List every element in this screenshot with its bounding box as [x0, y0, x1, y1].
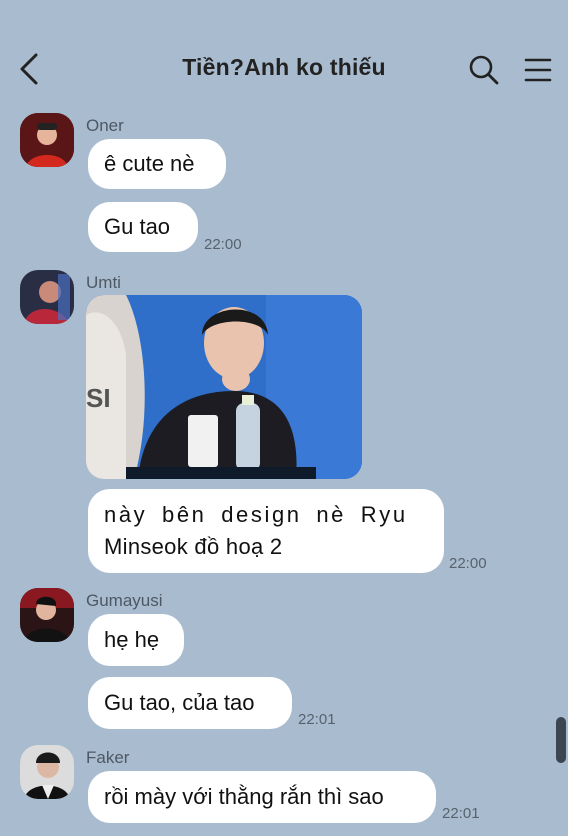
sender-name: Gumayusi	[86, 591, 163, 610]
message-bubble[interactable]: rồi mày với thằng rắn thì sao	[88, 771, 436, 823]
sender-name: Faker	[86, 748, 130, 767]
message-text-line: này bên design nè Ryu	[104, 502, 408, 527]
sender-name: Umti	[86, 273, 121, 292]
message-bubble[interactable]: này bên design nè Ryu Minseok đồ hoạ 2	[88, 489, 444, 573]
chat-header: Tiền?Anh ko thiếu	[0, 0, 568, 100]
scrollbar[interactable]	[556, 717, 566, 763]
message-time: 22:01	[442, 805, 480, 822]
message-time: 22:00	[449, 555, 487, 572]
message-bubble[interactable]: hẹ hẹ	[88, 614, 184, 666]
sender-name: Oner	[86, 116, 124, 135]
avatar-oner[interactable]	[20, 113, 74, 167]
message-bubble[interactable]: ê cute nè	[88, 139, 226, 189]
photo-jersey-text: SI	[86, 383, 111, 413]
message-time: 22:01	[298, 711, 336, 728]
search-icon[interactable]	[468, 54, 500, 86]
avatar-gumayusi[interactable]	[20, 588, 74, 642]
message-bubble[interactable]: Gu tao	[88, 202, 198, 252]
message-text-line: Minseok đồ hoạ 2	[104, 534, 283, 559]
message-bubble[interactable]: Gu tao, của tao	[88, 677, 292, 729]
avatar-umti[interactable]	[20, 270, 74, 324]
shared-photo[interactable]: SI	[86, 295, 362, 479]
avatar-faker[interactable]	[20, 745, 74, 799]
message-time: 22:00	[204, 236, 242, 253]
menu-icon[interactable]	[524, 56, 552, 84]
